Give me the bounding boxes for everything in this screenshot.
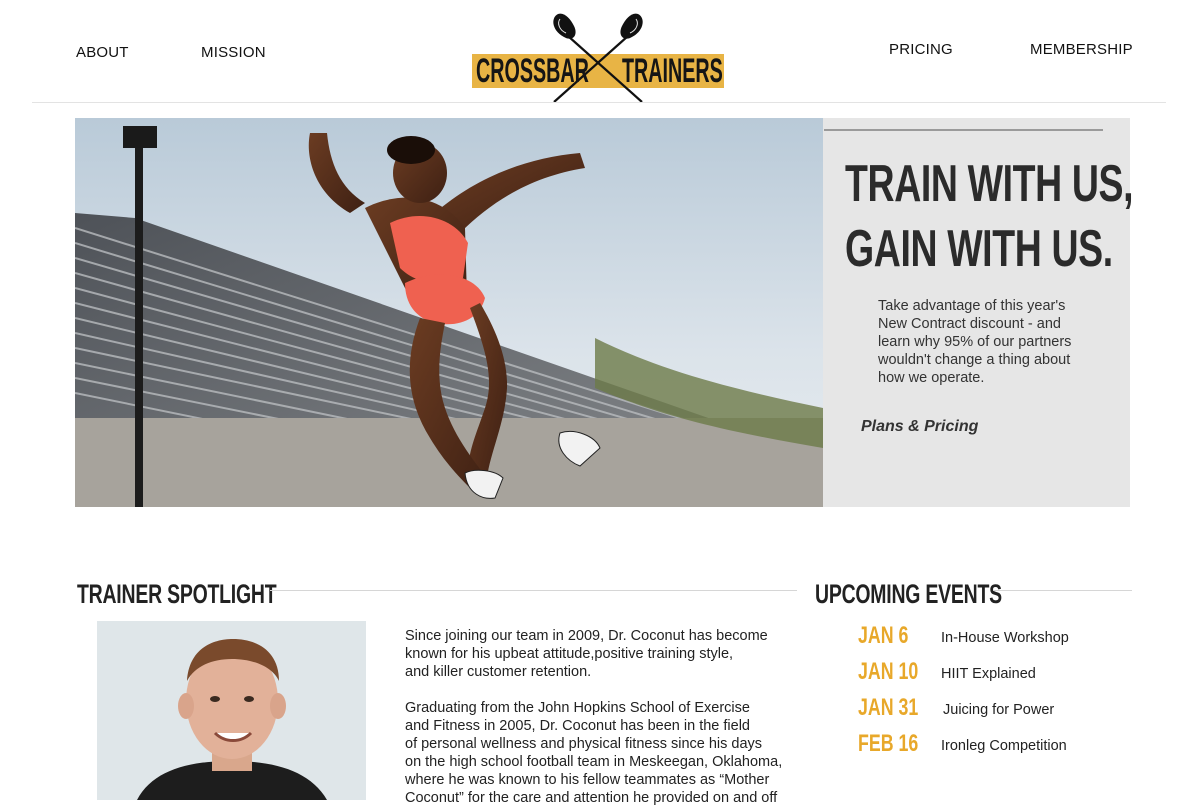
trainer-bio-paragraph-1: Since joining our team in 2009, Dr. Coco… bbox=[405, 627, 801, 681]
trainer-bio-line: and killer customer retention. bbox=[405, 664, 592, 680]
trainer-bio-line: Since joining our team in 2009, Dr. Coco… bbox=[405, 628, 768, 644]
trainer-bio-line: where he was known to his fellow teammat… bbox=[405, 772, 770, 788]
hero-athlete-photo bbox=[75, 118, 823, 507]
site-logo[interactable]: CROSSBAR TRAINERS bbox=[470, 10, 726, 104]
trainer-spotlight-rule bbox=[270, 590, 797, 591]
nav-membership-link[interactable]: MEMBERSHIP bbox=[1030, 41, 1133, 58]
trainer-bio-line: of personal wellness and physical fitnes… bbox=[405, 736, 763, 752]
event-date: JAN 6 bbox=[858, 622, 909, 649]
event-date: JAN 31 bbox=[858, 694, 919, 721]
trainer-bio-line: known for his upbeat attitude,positive t… bbox=[405, 646, 734, 662]
event-name-link[interactable]: In-House Workshop bbox=[941, 629, 1069, 647]
trainer-bio-line: Coconut” for the care and attention he p… bbox=[405, 790, 778, 806]
hero-headline-line2: GAIN WITH US. bbox=[845, 220, 1113, 278]
trainer-portrait-photo bbox=[97, 621, 366, 800]
event-name-link[interactable]: Ironleg Competition bbox=[941, 737, 1067, 755]
trainer-spotlight-title: TRAINER SPOTLIGHT bbox=[77, 579, 277, 609]
event-date: JAN 10 bbox=[858, 658, 919, 685]
header-divider bbox=[32, 102, 1166, 103]
upcoming-events-rule bbox=[993, 590, 1132, 591]
logo-word-trainers: TRAINERS bbox=[622, 52, 723, 90]
nav-mission-link[interactable]: MISSION bbox=[201, 44, 266, 61]
hero-body-line: Take advantage of this year's bbox=[878, 298, 1066, 314]
hero-body-line: learn why 95% of our partners bbox=[878, 334, 1072, 350]
logo-word-crossbar: CROSSBAR bbox=[476, 52, 589, 90]
hero-body-line: how we operate. bbox=[878, 370, 985, 386]
trainer-bio-line: Graduating from the John Hopkins School … bbox=[405, 700, 750, 716]
hero-body-text: Take advantage of this year's New Contra… bbox=[878, 297, 1108, 387]
upcoming-events-title: UPCOMING EVENTS bbox=[815, 579, 1002, 609]
hero-body-line: wouldn't change a thing about bbox=[878, 352, 1071, 368]
nav-about-link[interactable]: ABOUT bbox=[76, 44, 129, 61]
hero-body-line: New Contract discount - and bbox=[878, 316, 1061, 332]
hero-panel-rule bbox=[824, 129, 1103, 131]
event-name-link[interactable]: HIIT Explained bbox=[941, 665, 1036, 683]
trainer-bio-line: and Fitness in 2005, Dr. Coconut has bee… bbox=[405, 718, 750, 734]
hero-headline-line1: TRAIN WITH US, bbox=[845, 155, 1134, 213]
event-name-link[interactable]: Juicing for Power bbox=[943, 701, 1054, 719]
event-date: FEB 16 bbox=[858, 730, 919, 757]
trainer-bio-paragraph-2: Graduating from the John Hopkins School … bbox=[405, 699, 801, 807]
nav-pricing-link[interactable]: PRICING bbox=[889, 41, 953, 58]
trainer-bio-line: on the high school football team in Mesk… bbox=[405, 754, 783, 770]
plans-pricing-link[interactable]: Plans & Pricing bbox=[861, 418, 978, 436]
